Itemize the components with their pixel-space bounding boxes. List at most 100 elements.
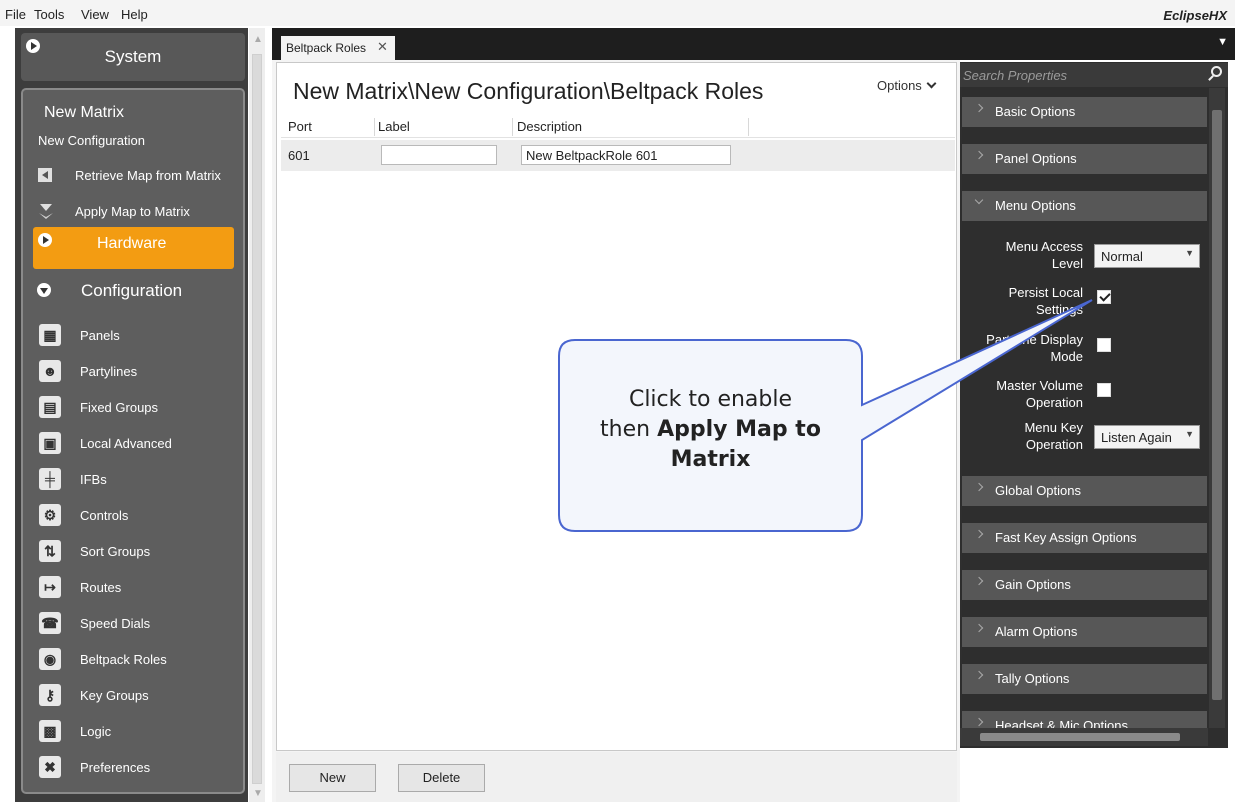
menu-access-level-select[interactable]: Normal ▼	[1094, 244, 1200, 268]
search-icon[interactable]	[1211, 66, 1222, 77]
sidebar-item-preferences[interactable]: ✖ Preferences	[33, 750, 238, 784]
expand-icon	[38, 233, 52, 247]
properties-hscroll-thumb[interactable]	[980, 733, 1180, 741]
search-input[interactable]: Search Properties	[963, 68, 1067, 83]
section-global-options[interactable]: Global Options	[962, 476, 1207, 506]
tab-strip	[272, 28, 1235, 60]
matrix-title: New Matrix	[44, 104, 125, 121]
menu-access-level-label: Menu Access Level	[1005, 239, 1083, 271]
local-advanced-icon: ▣	[39, 432, 61, 454]
configuration-header[interactable]: Configuration	[33, 275, 234, 309]
properties-scrollbar[interactable]	[1209, 88, 1225, 728]
callout-line-2-bold: Apply Map to	[657, 417, 821, 442]
sidebar-item-label: Logic	[80, 724, 112, 739]
footer-bar	[276, 752, 957, 802]
callout-text: Click to enable then Apply Map to Matrix	[558, 385, 863, 475]
search-properties[interactable]: Search Properties	[960, 63, 1228, 87]
partyline-display-mode-label: Partyline Display Mode	[986, 332, 1083, 364]
callout-line-1: Click to enable	[628, 387, 793, 412]
sidebar-item-beltpack-roles[interactable]: ◉ Beltpack Roles	[33, 642, 238, 676]
sidebar-item-sort-groups[interactable]: ⇅ Sort Groups	[33, 534, 238, 568]
section-fast-key-assign-options[interactable]: Fast Key Assign Options	[962, 523, 1207, 553]
fixed-groups-icon: ▤	[39, 396, 61, 418]
system-header[interactable]: System	[21, 33, 245, 81]
description-input[interactable]	[521, 145, 731, 165]
sidebar-item-label: Beltpack Roles	[80, 652, 167, 667]
scroll-down-icon[interactable]: ▼	[253, 788, 263, 799]
column-separator[interactable]	[374, 118, 375, 136]
table-row[interactable]: 601	[281, 140, 955, 171]
menu-key-operation-label: Menu Key Operation	[1024, 420, 1083, 452]
sidebar-item-label: Local Advanced	[80, 436, 172, 451]
menu-help[interactable]: Help	[121, 7, 148, 22]
properties-hscrollbar[interactable]	[960, 728, 1208, 746]
hardware-label: Hardware	[97, 235, 167, 252]
sidebar-item-logic[interactable]: ▩ Logic	[33, 714, 238, 748]
column-port[interactable]: Port	[288, 119, 312, 134]
section-tally-options[interactable]: Tally Options	[962, 664, 1207, 694]
chevron-down-icon: ▼	[1185, 429, 1194, 439]
menu-access-level-value: Normal	[1101, 249, 1143, 264]
properties-scroll-thumb[interactable]	[1212, 110, 1222, 700]
sidebar-item-label: Sort Groups	[80, 544, 151, 559]
sidebar-item-panels[interactable]: ▦ Panels	[33, 318, 238, 352]
sidebar-scroll-thumb[interactable]	[252, 54, 262, 784]
column-label[interactable]: Label	[378, 119, 410, 134]
chevron-right-icon	[974, 670, 984, 680]
scroll-up-icon[interactable]: ▲	[253, 34, 263, 45]
hardware-header[interactable]: Hardware	[33, 227, 234, 269]
section-panel-options[interactable]: Panel Options	[962, 144, 1207, 174]
section-label: Basic Options	[995, 104, 1076, 119]
menu-file[interactable]: File	[5, 7, 26, 22]
menu-key-operation-value: Listen Again	[1101, 430, 1172, 445]
sidebar-item-speed-dials[interactable]: ☎ Speed Dials	[33, 606, 238, 640]
tab-menu-icon[interactable]: ▼	[1217, 36, 1228, 48]
page-title: New Matrix\New Configuration\Beltpack Ro…	[293, 78, 764, 104]
section-basic-options[interactable]: Basic Options	[962, 97, 1207, 127]
master-volume-operation-checkbox[interactable]	[1097, 383, 1111, 397]
section-headset-mic-options[interactable]: Headset & Mic Options	[962, 711, 1207, 729]
persist-local-settings-checkbox[interactable]	[1097, 290, 1111, 304]
retrieve-map-icon	[38, 168, 52, 182]
sidebar-item-fixed-groups[interactable]: ▤ Fixed Groups	[33, 390, 238, 424]
chevron-right-icon	[974, 482, 984, 492]
menu-key-operation-select[interactable]: Listen Again ▼	[1094, 425, 1200, 449]
beltpack-roles-icon: ◉	[39, 648, 61, 670]
column-description[interactable]: Description	[517, 119, 582, 134]
close-icon[interactable]: ✕	[377, 39, 388, 55]
sidebar-item-controls[interactable]: ⚙ Controls	[33, 498, 238, 532]
master-volume-operation-label: Master Volume Operation	[996, 378, 1083, 410]
sidebar-item-label: Preferences	[80, 760, 151, 775]
menu-view[interactable]: View	[81, 7, 109, 22]
panels-icon: ▦	[39, 324, 61, 346]
sidebar-item-ifbs[interactable]: ╪ IFBs	[33, 462, 238, 496]
options-button[interactable]: Options	[877, 78, 937, 93]
apply-map-label: Apply Map to Matrix	[75, 204, 190, 219]
retrieve-map-button[interactable]: Retrieve Map from Matrix	[30, 160, 240, 190]
column-separator[interactable]	[512, 118, 513, 136]
new-button[interactable]: New	[289, 764, 376, 792]
sidebar-scrollbar[interactable]: ▲ ▼	[249, 28, 265, 802]
ifbs-icon: ╪	[39, 468, 61, 490]
chevron-right-icon	[974, 150, 984, 160]
chevron-down-icon	[974, 195, 984, 205]
sidebar-item-label: IFBs	[80, 472, 107, 487]
apply-map-button[interactable]: Apply Map to Matrix	[30, 196, 240, 226]
section-label: Menu Options	[995, 198, 1076, 213]
section-menu-options[interactable]: Menu Options	[962, 191, 1207, 221]
section-gain-options[interactable]: Gain Options	[962, 570, 1207, 600]
partyline-display-mode-checkbox[interactable]	[1097, 338, 1111, 352]
sidebar-item-key-groups[interactable]: ⚷ Key Groups	[33, 678, 238, 712]
sidebar-item-routes[interactable]: ↦ Routes	[33, 570, 238, 604]
apply-map-icon	[39, 204, 53, 219]
sidebar-item-partylines[interactable]: ☻ Partylines	[33, 354, 238, 388]
tab-beltpack-roles[interactable]: Beltpack Roles ✕	[281, 36, 395, 60]
section-alarm-options[interactable]: Alarm Options	[962, 617, 1207, 647]
chevron-down-icon	[926, 78, 937, 89]
section-label: Alarm Options	[995, 624, 1078, 639]
menu-tools[interactable]: Tools	[34, 7, 64, 22]
sidebar-item-local-advanced[interactable]: ▣ Local Advanced	[33, 426, 238, 460]
label-input[interactable]	[381, 145, 497, 165]
delete-button[interactable]: Delete	[398, 764, 485, 792]
column-separator[interactable]	[748, 118, 749, 136]
